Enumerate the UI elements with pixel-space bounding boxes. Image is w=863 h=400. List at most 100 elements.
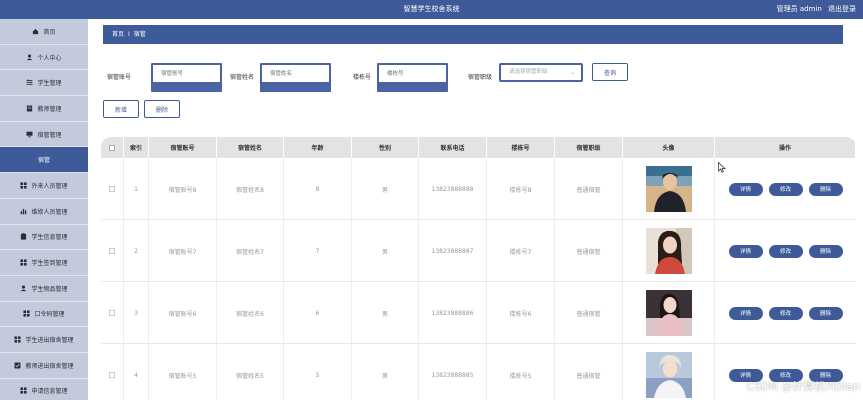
- cell-account: 宿管账号6: [149, 282, 217, 344]
- cell-avatar: [623, 344, 715, 400]
- building-search-input[interactable]: [379, 65, 446, 82]
- sidebar-item-9[interactable]: 学生签到管理: [0, 250, 88, 276]
- edit-button[interactable]: 修改: [768, 306, 803, 320]
- cell-account: 宿管账号8: [149, 158, 217, 220]
- monitor-icon: [26, 131, 33, 138]
- breadcrumb: 首页 Ⅰ 宿管: [103, 25, 843, 44]
- building-label: 楼栋号: [353, 74, 372, 81]
- sidebar-item-10[interactable]: 学生物品管理: [0, 276, 88, 302]
- cell-phone: 13823888886: [419, 282, 487, 344]
- avatar-male-light-hair: [645, 352, 692, 398]
- sidebar-item-3[interactable]: 教师管理: [0, 96, 88, 122]
- sidebar-item-label: 学生信息管理: [31, 234, 68, 242]
- detail-button[interactable]: 详情: [728, 306, 763, 320]
- building-input-wrap: [377, 63, 448, 92]
- cell-avatar: [623, 282, 715, 344]
- sidebar-item-0[interactable]: 首页: [0, 19, 88, 45]
- level-select-placeholder: 请选择宿管职级: [509, 69, 548, 75]
- delete-button[interactable]: 删除: [808, 182, 843, 196]
- column-header: 操作: [715, 137, 856, 158]
- sidebar-item-label: 个人中心: [37, 54, 62, 62]
- grid-icon: [23, 310, 31, 317]
- cell-phone: 13823888888: [419, 158, 487, 220]
- avatar-female-red-top: [645, 228, 692, 274]
- cell-phone: 13823888887: [419, 220, 487, 282]
- main-content: 首页 Ⅰ宿管 宿管账号 宿管姓名 楼栋号 宿管职级 请选择宿管职级 ⌄ 查询 新增…: [88, 19, 863, 400]
- logout-link[interactable]: 退出登录: [828, 5, 856, 13]
- cell-level: 普通宿管: [555, 158, 623, 220]
- cell-gender: 男: [352, 282, 419, 344]
- detail-button[interactable]: 详情: [728, 182, 763, 196]
- cell-age: 7: [284, 220, 352, 282]
- sidebar-item-13[interactable]: 教师进出宿舍管理: [0, 353, 88, 379]
- edit-button[interactable]: 修改: [768, 244, 803, 258]
- sidebar: 首页 个人中心 学生管理 教师管理 宿管管理 宿管 外来人员管理 维修人员管理 学生信息管理 学生…: [0, 19, 88, 400]
- batch-delete-button[interactable]: 删除: [144, 100, 180, 118]
- sidebar-item-5[interactable]: 宿管: [0, 147, 88, 174]
- account-input-wrap: [151, 63, 222, 92]
- sidebar-item-6[interactable]: 外来人员管理: [0, 173, 88, 199]
- table-header: 索引 宿管账号 宿管姓名 年龄 性别 联系电话 楼栋号 宿管职级 头像 操作: [101, 137, 856, 158]
- sidebar-item-7[interactable]: 维修人员管理: [0, 199, 88, 225]
- sidebar-item-8[interactable]: 学生信息管理: [0, 225, 88, 251]
- detail-button[interactable]: 详情: [728, 244, 763, 258]
- sidebar-item-label: 宿管管理: [37, 131, 62, 139]
- cell-name: 宿管姓名6: [217, 282, 284, 344]
- select-all-checkbox[interactable]: [101, 137, 124, 158]
- delete-button[interactable]: 删除: [808, 244, 843, 258]
- row-checkbox[interactable]: [101, 282, 124, 344]
- row-checkbox[interactable]: [101, 158, 124, 220]
- column-header: 宿管账号: [149, 137, 217, 158]
- cell-phone: 13823888885: [419, 344, 487, 400]
- user-area: 管理员 admin 退出登录: [773, 4, 856, 14]
- sidebar-item-4[interactable]: 宿管管理: [0, 122, 88, 148]
- cell-actions: 详情 修改 删除: [715, 158, 856, 220]
- delete-button[interactable]: 删除: [808, 306, 843, 320]
- sidebar-item-12[interactable]: 学生进出宿舍管理: [0, 327, 88, 353]
- document-icon: [26, 105, 33, 112]
- cell-name: 宿管姓名8: [217, 158, 284, 220]
- sidebar-item-label: 宿管: [37, 157, 50, 165]
- sliders-icon: [26, 79, 34, 86]
- cell-index: 2: [124, 220, 149, 282]
- sidebar-item-14[interactable]: 申请信息管理: [0, 379, 88, 400]
- table-row: 4 宿管账号5 宿管姓名5 5 男 13823888885 楼栋号5 普通宿管 详情 修改 删除: [101, 344, 856, 400]
- edit-button[interactable]: 修改: [768, 182, 803, 196]
- cell-level: 普通宿管: [555, 344, 623, 400]
- cell-account: 宿管账号7: [149, 220, 217, 282]
- top-bar: 智慧学生校舍系统 管理员 admin 退出登录: [0, 0, 863, 19]
- grid-icon: [20, 387, 28, 395]
- sidebar-item-label: 口令码管理: [34, 311, 65, 319]
- cell-age: 5: [284, 344, 352, 400]
- cell-avatar: [623, 220, 715, 282]
- sidebar-item-1[interactable]: 个人中心: [0, 45, 88, 71]
- cell-account: 宿管账号5: [149, 344, 217, 400]
- sidebar-item-label: 学生签到管理: [31, 260, 68, 268]
- cell-index: 1: [124, 158, 149, 220]
- sidebar-item-2[interactable]: 学生管理: [0, 70, 88, 97]
- sidebar-item-11[interactable]: 口令码管理: [0, 302, 88, 328]
- sidebar-item-label: 外来人员管理: [31, 182, 68, 190]
- row-checkbox[interactable]: [101, 344, 124, 400]
- cell-building: 楼栋号7: [487, 220, 555, 282]
- cell-avatar: [623, 158, 715, 220]
- row-checkbox[interactable]: [101, 220, 124, 282]
- add-button[interactable]: 新增: [103, 100, 139, 118]
- column-header: 宿管姓名: [217, 137, 284, 158]
- clipboard-icon: [20, 233, 27, 240]
- column-header: 性别: [352, 137, 419, 158]
- level-select[interactable]: 请选择宿管职级 ⌄: [499, 63, 583, 82]
- cell-building: 楼栋号5: [487, 344, 555, 400]
- query-button[interactable]: 查询: [592, 63, 628, 81]
- name-search-input[interactable]: [262, 65, 329, 82]
- cell-level: 普通宿管: [555, 282, 623, 344]
- admin-username: 管理员 admin: [776, 5, 822, 13]
- account-search-input[interactable]: [153, 65, 220, 82]
- cell-index: 3: [124, 282, 149, 344]
- sidebar-item-label: 教师管理: [37, 105, 62, 113]
- cell-building: 楼栋号6: [487, 282, 555, 344]
- watermark: CSDN @计算机YiDian: [746, 380, 860, 393]
- breadcrumb-home[interactable]: 首页: [112, 31, 124, 38]
- grid-icon: [20, 259, 28, 266]
- sidebar-item-label: 学生进出宿舍管理: [25, 337, 74, 345]
